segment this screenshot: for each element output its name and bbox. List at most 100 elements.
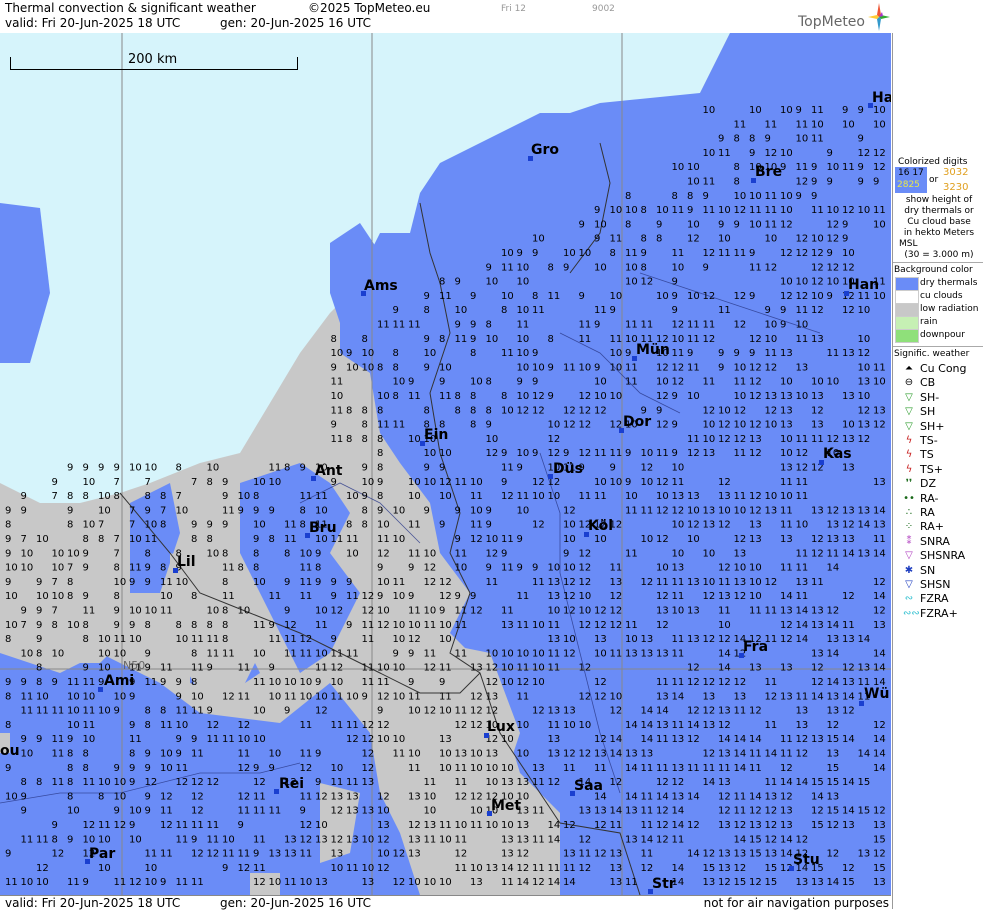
thermal-height-digit: 11 — [238, 849, 251, 860]
thermal-height-digit: 8 — [284, 463, 290, 474]
thermal-height-digit: 10 — [129, 534, 142, 545]
thermal-height-digit: 11 — [532, 577, 545, 588]
thermal-height-digit: 14 — [641, 706, 654, 717]
thermal-height-digit: 8 — [222, 606, 228, 617]
city-label[interactable]: Ams — [364, 278, 398, 294]
thermal-height-digit: 9 — [486, 505, 492, 516]
city-label[interactable]: Ami — [104, 673, 134, 689]
city-label[interactable]: Han — [848, 277, 879, 293]
thermal-height-digit: 10 — [207, 463, 220, 474]
city-label[interactable]: Lux — [487, 719, 515, 735]
explanation-line: show height of — [905, 195, 973, 205]
thermal-height-digit: 8 — [734, 134, 740, 145]
city-label[interactable]: Mün — [636, 342, 670, 358]
city-label[interactable]: Ant — [315, 463, 343, 479]
city-label[interactable]: Saa — [574, 778, 603, 794]
thermal-height-digit: 10 — [83, 520, 96, 531]
city-label[interactable]: ou — [0, 743, 20, 759]
thermal-height-digit: 12 — [377, 834, 390, 845]
city-label[interactable]: Rei — [279, 776, 304, 792]
thermal-height-digit: 10 — [718, 620, 731, 631]
thermal-height-digit: 11 — [346, 648, 359, 659]
thermal-height-digit: 11 — [67, 677, 80, 688]
thermal-height-digit: 12 — [718, 634, 731, 645]
city-label[interactable]: Wü — [864, 686, 889, 702]
thermal-height-digit: 7 — [67, 563, 73, 574]
thermal-height-digit: 11 — [207, 820, 220, 831]
thermal-height-digit: 12 — [563, 420, 576, 431]
thermal-height-digit: 11 — [145, 534, 158, 545]
freezing-rain-icon: ∾ — [904, 593, 914, 605]
thermal-height-digit: 7 — [114, 548, 120, 559]
thermal-height-digit: 12 — [749, 877, 762, 888]
thermal-map[interactable]: 10 10 10 9 11 9 9 10 11 11 11 10 10 10 9 8 8 9 10 11 9 10 11 9 1… — [0, 33, 891, 895]
thermal-height-digit: 12 — [749, 806, 762, 817]
city-label[interactable]: Met — [491, 798, 521, 814]
thermal-height-digit: 10 — [858, 391, 871, 402]
thermal-height-digit: 9 — [563, 448, 569, 459]
thermal-height-digit: 15 — [827, 806, 840, 817]
city-label[interactable]: Str — [652, 876, 676, 892]
thermal-height-digit: 9 — [114, 706, 120, 717]
thermal-height-digit: 9 — [486, 420, 492, 431]
thermal-height-digit: 13 — [501, 834, 514, 845]
thermal-height-digit: 12 — [765, 577, 778, 588]
thermal-height-digit: 14 — [656, 706, 669, 717]
city-label[interactable]: Lil — [177, 554, 196, 570]
thermal-height-digit: 13 — [873, 477, 886, 488]
thermal-height-digit: 9 — [424, 334, 430, 345]
thermal-height-digit: 13 — [486, 863, 499, 874]
thermal-height-digit: 12 — [563, 577, 576, 588]
city-label[interactable]: Köl — [588, 518, 613, 534]
thermal-height-digit: 12 — [532, 477, 545, 488]
thermal-height-digit: 8 — [656, 234, 662, 245]
thermal-height-digit: 12 — [734, 405, 747, 416]
thermal-height-digit: 10 — [718, 205, 731, 216]
thermal-height-digit: 13 — [687, 606, 700, 617]
city-label[interactable]: Ha — [872, 90, 891, 106]
city-label[interactable]: Dor — [623, 414, 651, 430]
thermal-height-digit: 13 — [749, 820, 762, 831]
city-label[interactable]: Kas — [823, 446, 852, 462]
thermal-height-digit: 11 — [672, 634, 685, 645]
thermal-height-digit: 10 — [610, 362, 623, 373]
weather-legend-row: ▽ SH+ — [893, 420, 983, 434]
thermal-height-digit: 12 — [749, 448, 762, 459]
thermal-height-digit: 10 — [67, 720, 80, 731]
thermal-height-digit: 12 — [641, 463, 654, 474]
thermal-height-digit: 14 — [780, 849, 793, 860]
thermal-height-digit: 10 — [238, 491, 251, 502]
city-label[interactable]: Bru — [309, 520, 337, 536]
thermal-height-digit: 10 — [532, 234, 545, 245]
thermal-height-digit: 11 — [842, 620, 855, 631]
thermal-height-digit: 12 — [703, 591, 716, 602]
thermal-height-digit: 10 — [315, 648, 328, 659]
thermal-height-digit: 12 — [811, 548, 824, 559]
thermal-height-digit: 10 — [501, 763, 514, 774]
thermal-height-digit: 11 — [300, 563, 313, 574]
city-label[interactable]: Stu — [793, 852, 820, 868]
thermal-height-digit: 11 — [641, 791, 654, 802]
thermal-height-digit: 11 — [610, 820, 623, 831]
thermal-height-digit: 12 — [718, 520, 731, 531]
thermal-height-digit: 10 — [455, 563, 468, 574]
weather-legend-row: ❜❜ DZ — [893, 477, 983, 491]
city-label[interactable]: Gro — [531, 142, 559, 158]
thermal-height-digit: 11 — [52, 734, 65, 745]
frame-code: 9002 — [592, 4, 615, 14]
thermal-height-digit: 12 — [594, 677, 607, 688]
thermal-height-digit: 13 — [625, 834, 638, 845]
city-label[interactable]: Fra — [743, 639, 768, 655]
city-label[interactable]: Ein — [424, 427, 448, 443]
thermal-height-digit: 14 — [811, 791, 824, 802]
thermal-height-digit: 9 — [827, 177, 833, 188]
city-label[interactable]: Düs — [553, 461, 583, 477]
thermal-height-digit: 14 — [827, 648, 840, 659]
thermal-height-digit: 12 — [300, 763, 313, 774]
city-label[interactable]: Bre — [755, 164, 782, 180]
thermal-height-digit: 13 — [284, 849, 297, 860]
thermal-height-digit: 10 — [672, 463, 685, 474]
thermal-height-digit: 11 — [811, 205, 824, 216]
city-label[interactable]: Par — [89, 846, 115, 862]
thermal-height-digit: 11 — [129, 563, 142, 574]
